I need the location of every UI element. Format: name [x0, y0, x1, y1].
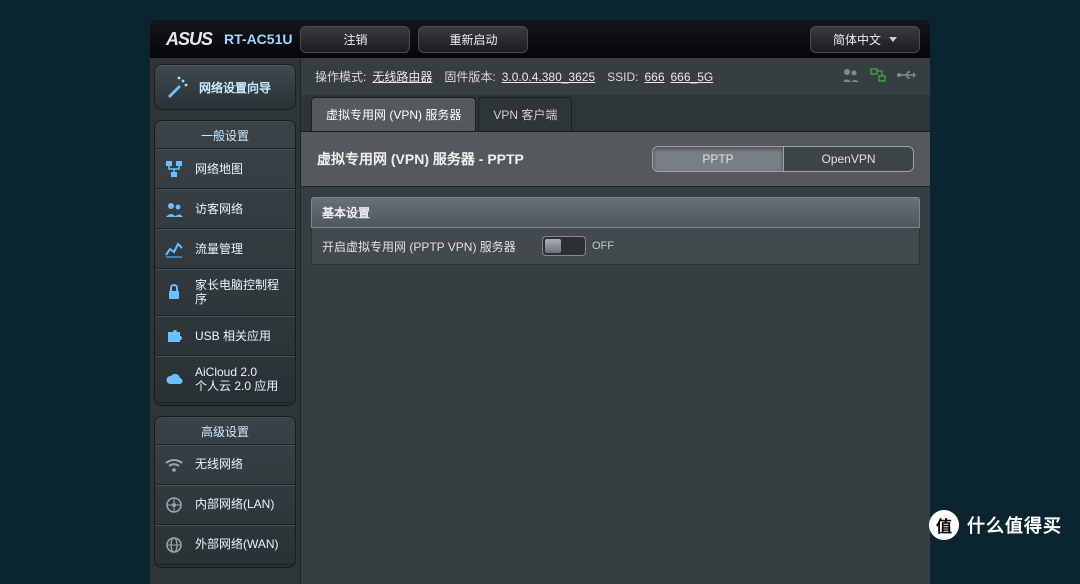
- lan-icon: [163, 494, 185, 516]
- cloud-icon: [163, 368, 185, 390]
- ssid1-link[interactable]: 666: [644, 70, 664, 84]
- sidebar-item-wan[interactable]: 外部网络(WAN): [155, 525, 295, 565]
- mode-label: 操作模式:: [315, 68, 366, 85]
- wand-icon: [163, 73, 191, 101]
- sidebar: 网络设置向导 一般设置 网络地图 访客网络: [150, 58, 300, 584]
- model-name: RT-AC51U: [224, 31, 292, 47]
- network-map-icon: [163, 158, 185, 180]
- ssid-label: SSID:: [607, 70, 638, 84]
- link-icon[interactable]: [870, 68, 886, 85]
- advanced-settings-panel: 高级设置 无线网络 内部网络(LAN): [154, 416, 296, 568]
- mode-link[interactable]: 无线路由器: [372, 68, 432, 85]
- usb-icon[interactable]: [896, 69, 916, 84]
- logout-button[interactable]: 注销: [300, 26, 410, 53]
- sidebar-item-label: 网络地图: [195, 162, 243, 176]
- top-bar: ASUS RT-AC51U 注销 重新启动 简体中文: [150, 20, 930, 58]
- sidebar-item-parental-control[interactable]: 家长电脑控制程序: [155, 269, 295, 316]
- sidebar-item-label: 无线网络: [195, 457, 243, 471]
- firmware-link[interactable]: 3.0.0.4.380_3625: [502, 70, 595, 84]
- puzzle-icon: [163, 325, 185, 347]
- switch-state-label: OFF: [592, 240, 614, 252]
- page-header: 虚拟专用网 (VPN) 服务器 - PPTP PPTP OpenVPN: [301, 132, 930, 187]
- language-label: 简体中文: [833, 31, 881, 48]
- switch-knob: [545, 239, 561, 253]
- sidebar-item-label: 外部网络(WAN): [195, 537, 279, 551]
- brand-logo: ASUS: [160, 29, 216, 50]
- sidebar-item-label: 家长电脑控制程序: [195, 278, 287, 307]
- status-bar: 操作模式: 无线路由器 固件版本: 3.0.0.4.380_3625 SSID:…: [301, 58, 930, 95]
- tab-vpn-server[interactable]: 虚拟专用网 (VPN) 服务器: [311, 97, 476, 131]
- general-settings-title: 一般设置: [155, 121, 295, 149]
- content-area: 操作模式: 无线路由器 固件版本: 3.0.0.4.380_3625 SSID:…: [300, 58, 930, 584]
- watermark: 值 什么值得买: [929, 510, 1062, 540]
- sidebar-item-lan[interactable]: 内部网络(LAN): [155, 485, 295, 525]
- sidebar-item-network-map[interactable]: 网络地图: [155, 149, 295, 189]
- sidebar-item-label: USB 相关应用: [195, 329, 271, 343]
- sidebar-item-label: 流量管理: [195, 242, 243, 256]
- toggle-pptp[interactable]: PPTP: [653, 147, 783, 171]
- vpn-tabs: 虚拟专用网 (VPN) 服务器 VPN 客户端: [301, 95, 930, 132]
- sidebar-item-traffic-manager[interactable]: 流量管理: [155, 229, 295, 269]
- enable-pptp-label: 开启虚拟专用网 (PPTP VPN) 服务器: [322, 238, 542, 255]
- section-title-basic: 基本设置: [311, 197, 920, 228]
- watermark-badge-icon: 值: [929, 510, 959, 540]
- reboot-button[interactable]: 重新启动: [418, 26, 528, 53]
- vpn-type-toggle: PPTP OpenVPN: [652, 146, 914, 172]
- watermark-text: 什么值得买: [967, 512, 1062, 538]
- sidebar-item-guest-network[interactable]: 访客网络: [155, 189, 295, 229]
- sidebar-item-usb-app[interactable]: USB 相关应用: [155, 316, 295, 356]
- sidebar-item-label: AiCloud 2.0 个人云 2.0 应用: [195, 365, 278, 394]
- globe-icon: [163, 534, 185, 556]
- clients-icon[interactable]: [842, 68, 860, 85]
- sidebar-item-label: 内部网络(LAN): [195, 497, 274, 511]
- sidebar-item-wireless[interactable]: 无线网络: [155, 445, 295, 485]
- language-selector[interactable]: 简体中文: [810, 26, 920, 53]
- traffic-icon: [163, 238, 185, 260]
- guest-network-icon: [163, 198, 185, 220]
- firmware-label: 固件版本:: [444, 68, 495, 85]
- sidebar-item-aicloud[interactable]: AiCloud 2.0 个人云 2.0 应用: [155, 356, 295, 403]
- wifi-icon: [163, 454, 185, 476]
- ssid2-link[interactable]: 666_5G: [671, 70, 714, 84]
- tab-vpn-client[interactable]: VPN 客户端: [478, 97, 572, 131]
- enable-pptp-switch[interactable]: [542, 236, 586, 256]
- quick-setup-wizard[interactable]: 网络设置向导: [154, 64, 296, 110]
- general-settings-panel: 一般设置 网络地图 访客网络 流量: [154, 120, 296, 406]
- sidebar-item-label: 访客网络: [195, 202, 243, 216]
- advanced-settings-title: 高级设置: [155, 417, 295, 445]
- enable-pptp-row: 开启虚拟专用网 (PPTP VPN) 服务器 OFF: [311, 228, 920, 265]
- wizard-label: 网络设置向导: [199, 79, 271, 96]
- toggle-openvpn[interactable]: OpenVPN: [783, 147, 913, 171]
- chevron-down-icon: [889, 37, 897, 42]
- basic-settings-section: 基本设置 开启虚拟专用网 (PPTP VPN) 服务器 OFF: [311, 197, 920, 265]
- lock-icon: [163, 281, 185, 303]
- page-title: 虚拟专用网 (VPN) 服务器 - PPTP: [317, 149, 524, 169]
